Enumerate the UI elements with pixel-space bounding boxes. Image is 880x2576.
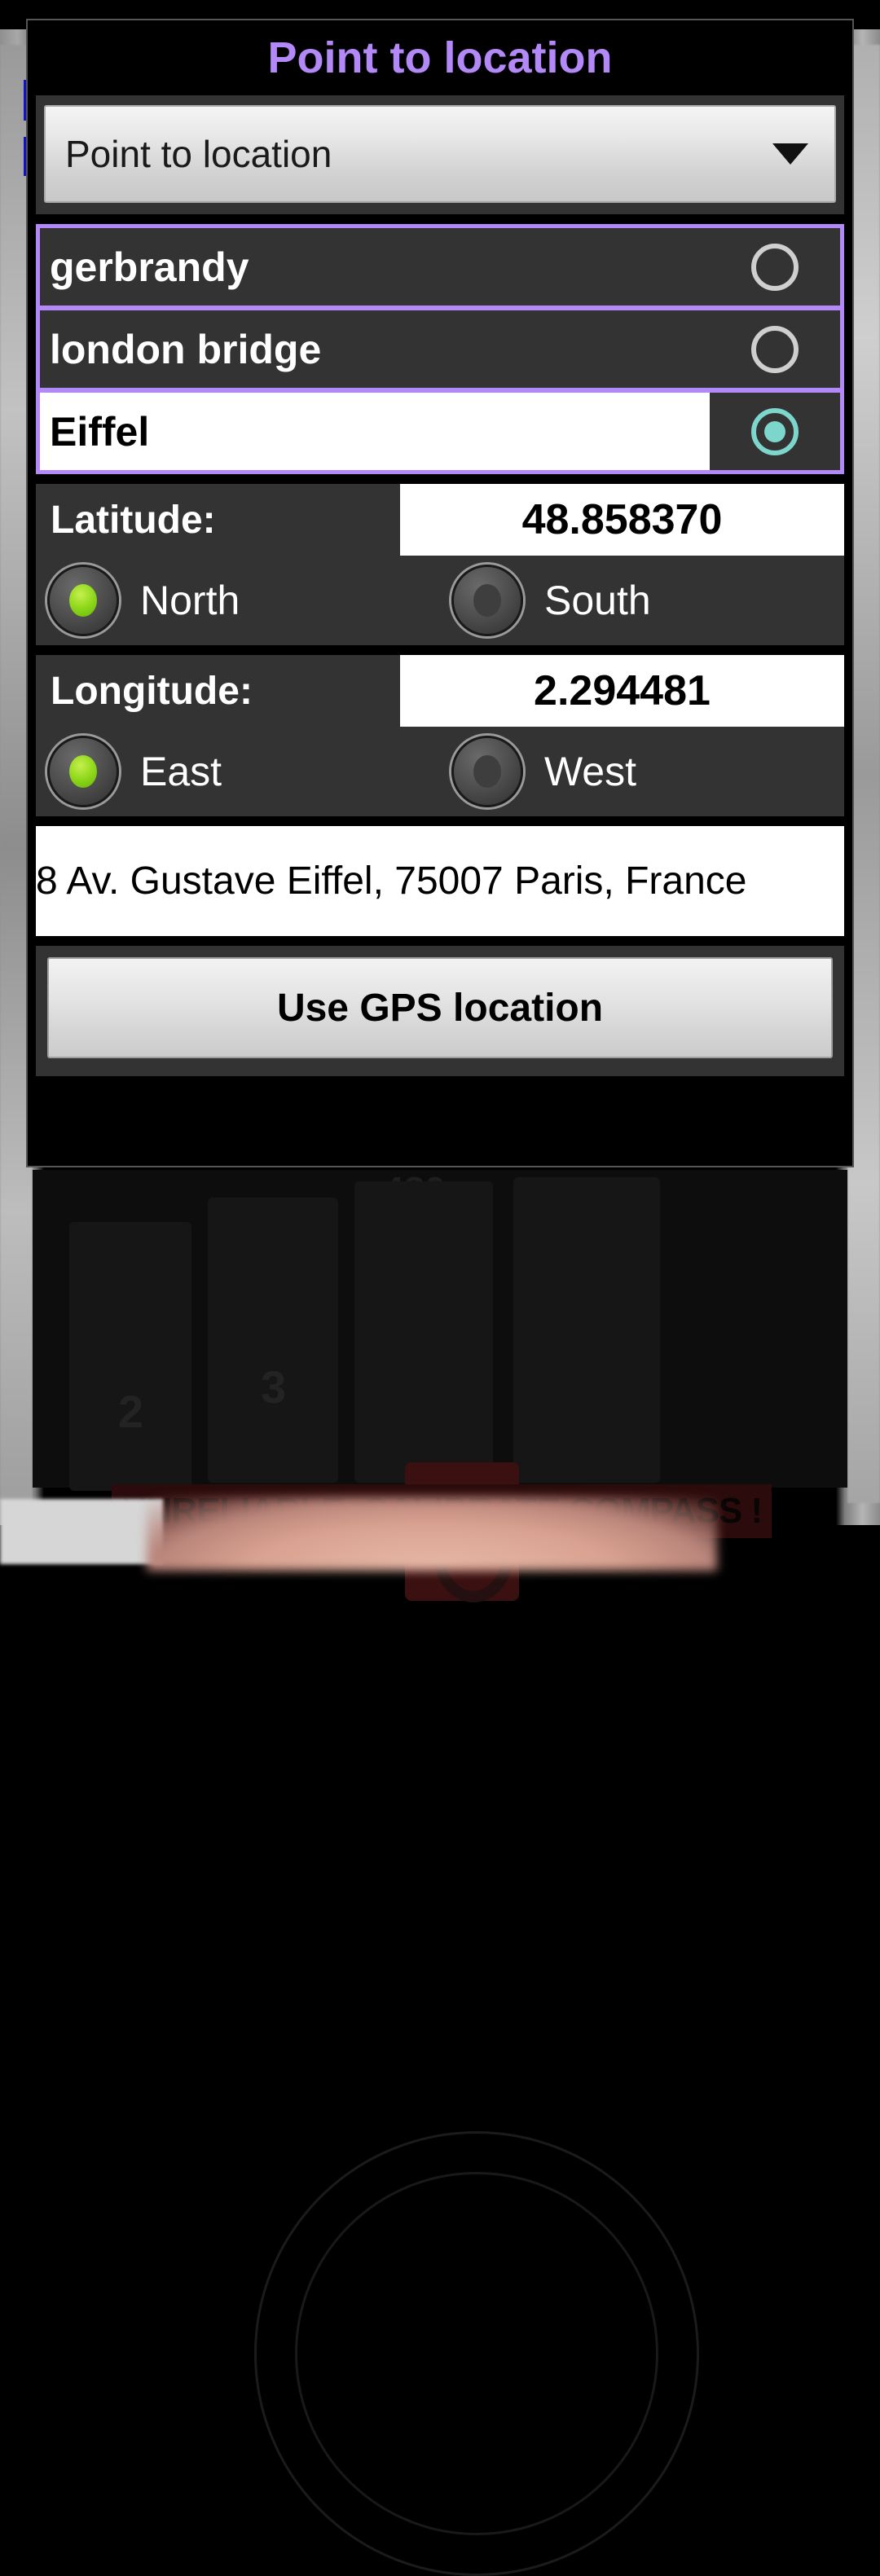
hemisphere-option-east[interactable]: East xyxy=(36,736,440,807)
location-name: gerbrandy xyxy=(50,244,249,290)
compass-inner-ring xyxy=(295,2172,658,2535)
gps-button-container: Use GPS location xyxy=(36,946,844,1076)
radio-led-on-icon[interactable] xyxy=(47,736,119,807)
latitude-section: Latitude: 48.858370 North South xyxy=(36,484,844,645)
background-key-label-2: 3 xyxy=(261,1361,287,1413)
hemisphere-option-north[interactable]: North xyxy=(36,565,440,636)
divider-address-button xyxy=(28,936,852,946)
background-key-3 xyxy=(354,1181,493,1483)
address-text: 8 Av. Gustave Eiffel, 75007 Paris, Franc… xyxy=(36,859,747,903)
radio-unchecked-icon[interactable] xyxy=(751,243,799,291)
location-radio-cell[interactable] xyxy=(710,393,840,470)
radio-led-off-icon[interactable] xyxy=(451,565,523,636)
hemisphere-label: South xyxy=(544,578,651,623)
location-list: gerbrandy london bridge Eiffel xyxy=(36,224,844,474)
longitude-label: Longitude: xyxy=(51,669,253,713)
mode-spinner[interactable]: Point to location xyxy=(44,105,836,203)
latitude-hemisphere-row: North South xyxy=(36,556,844,645)
location-name: london bridge xyxy=(50,326,322,372)
location-name-input[interactable]: Eiffel xyxy=(40,408,710,455)
background-key-2 xyxy=(208,1198,338,1483)
latitude-label: Latitude: xyxy=(51,498,216,542)
background-finger xyxy=(147,1497,717,1571)
background-key-label-1: 2 xyxy=(118,1386,144,1437)
latitude-input[interactable]: 48.858370 xyxy=(400,484,844,556)
location-radio-cell[interactable] xyxy=(710,310,840,388)
hemisphere-label: West xyxy=(544,749,636,794)
location-radio-cell[interactable] xyxy=(710,228,840,306)
hemisphere-label: North xyxy=(140,578,240,623)
address-field[interactable]: 8 Av. Gustave Eiffel, 75007 Paris, Franc… xyxy=(36,826,844,936)
point-to-location-dialog: Point to location Point to location gerb… xyxy=(26,19,854,1167)
divider-longitude-address xyxy=(28,816,852,826)
radio-led-off-icon[interactable] xyxy=(451,736,523,807)
hemisphere-label: East xyxy=(140,749,222,794)
hemisphere-option-south[interactable]: South xyxy=(440,565,844,636)
list-item[interactable]: london bridge xyxy=(40,310,840,393)
mode-spinner-label: Point to location xyxy=(65,133,332,175)
spinner-container: Point to location xyxy=(36,95,844,214)
divider-latitude-longitude xyxy=(28,645,852,655)
background-paper xyxy=(0,1499,163,1564)
divider-spinner-list xyxy=(28,214,852,224)
longitude-row: Longitude: 2.294481 xyxy=(36,655,844,727)
background-key-1 xyxy=(69,1222,191,1491)
divider-list-latitude xyxy=(28,474,852,484)
longitude-hemisphere-row: East West xyxy=(36,727,844,816)
list-item[interactable]: Eiffel xyxy=(40,393,840,470)
latitude-row: Latitude: 48.858370 xyxy=(36,484,844,556)
radio-checked-icon[interactable] xyxy=(751,407,799,455)
hemisphere-option-west[interactable]: West xyxy=(440,736,844,807)
dialog-title: Point to location xyxy=(28,20,852,95)
chevron-down-icon xyxy=(772,143,808,165)
radio-unchecked-icon[interactable] xyxy=(751,325,799,373)
use-gps-location-button[interactable]: Use GPS location xyxy=(47,957,833,1058)
longitude-input[interactable]: 2.294481 xyxy=(400,655,844,727)
list-item[interactable]: gerbrandy xyxy=(40,228,840,310)
longitude-section: Longitude: 2.294481 East West xyxy=(36,655,844,816)
background-key-4 xyxy=(513,1177,660,1483)
radio-led-on-icon[interactable] xyxy=(47,565,119,636)
